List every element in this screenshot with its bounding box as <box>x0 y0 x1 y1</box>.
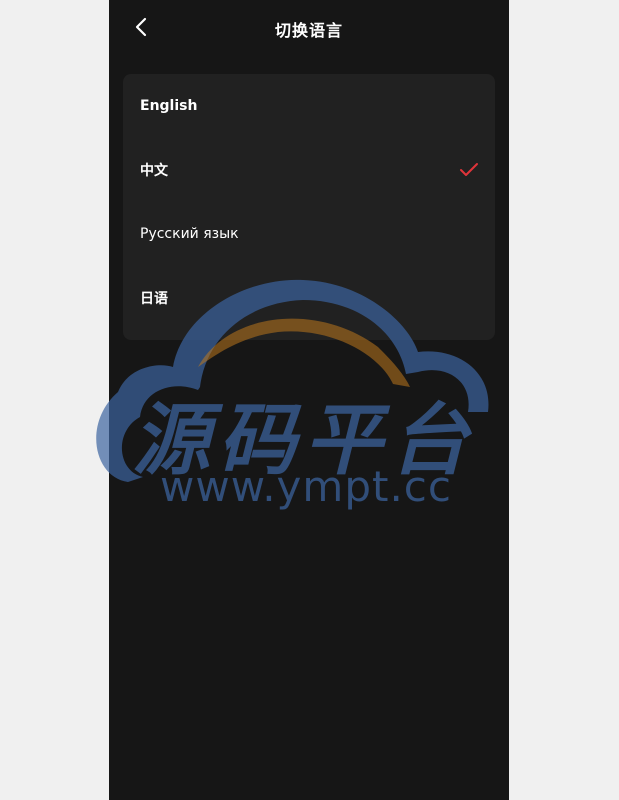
phone-screen: 切换语言 English 中文 Русский язык 日语 <box>109 0 509 800</box>
checkmark-icon <box>460 163 478 176</box>
language-list: English 中文 Русский язык 日语 <box>123 74 495 340</box>
language-item-english[interactable]: English <box>123 74 495 138</box>
language-label: Русский язык <box>140 226 239 242</box>
language-label: 日语 <box>140 291 168 307</box>
language-item-japanese[interactable]: 日语 <box>123 266 495 330</box>
page-title: 切换语言 <box>274 21 343 40</box>
language-label: 中文 <box>140 163 168 179</box>
language-label: English <box>140 98 198 114</box>
language-item-russian[interactable]: Русский язык <box>123 202 495 266</box>
header: 切换语言 <box>109 0 509 56</box>
language-item-chinese[interactable]: 中文 <box>123 138 495 202</box>
